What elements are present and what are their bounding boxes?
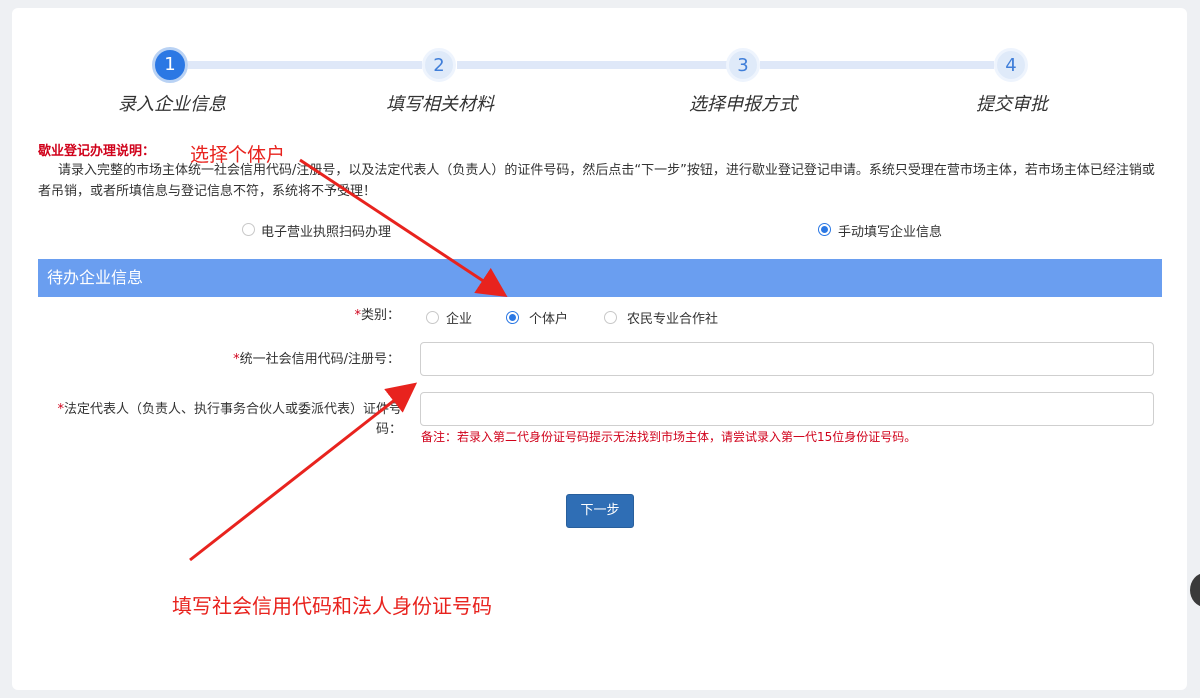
arrow-to-individual-radio bbox=[299, 158, 508, 297]
annotation-arrows bbox=[189, 158, 508, 562]
arrow-to-input-fields bbox=[189, 382, 418, 562]
